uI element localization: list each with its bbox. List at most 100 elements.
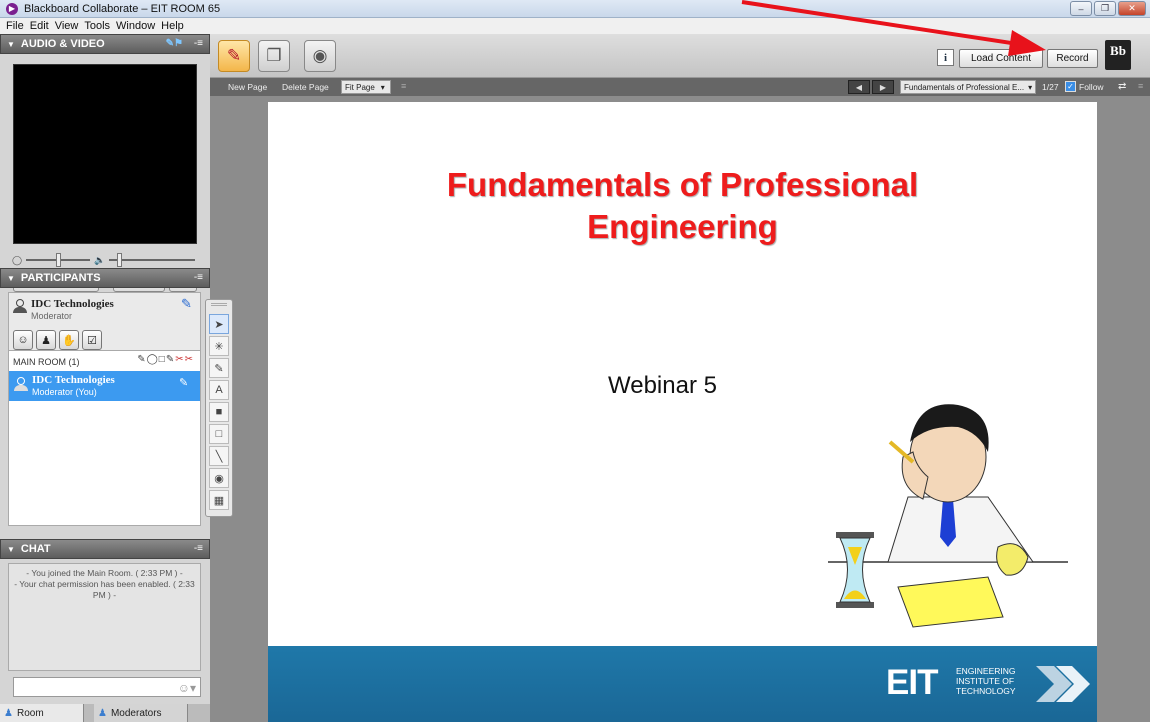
document-select[interactable]: Fundamentals of Professional E... ▾ (900, 80, 1036, 94)
step-away-icon[interactable]: ♟ (36, 330, 56, 350)
pointer-icon[interactable]: ✳ (209, 336, 229, 356)
previous-page-button[interactable]: ◀ (848, 80, 870, 94)
main-toolbar: ✎ ❐ ◉ i Load Content Record Bb (210, 34, 1150, 78)
moderators-tab-icon: ♟ (98, 707, 107, 719)
next-page-button[interactable]: ▶ (872, 80, 894, 94)
record-button[interactable]: Record (1047, 49, 1098, 68)
fit-page-select[interactable]: Fit Page ▾ (341, 80, 391, 94)
blackboard-logo: Bb (1105, 40, 1131, 70)
participant-list: MAIN ROOM (1) ✎◯□✎✂✂ IDC Technologies Mo… (8, 350, 201, 526)
bottom-tabs: ♟ Room ♟ Moderators (0, 704, 210, 722)
poll-check-icon[interactable]: ☑ (82, 330, 102, 350)
new-page-link[interactable]: New Page (228, 82, 267, 92)
application-sharing-icon[interactable]: ❐ (258, 40, 290, 72)
eit-name: ENGINEERING INSTITUTE OF TECHNOLOGY (956, 666, 1016, 696)
chevron-down-icon: ▾ (380, 82, 385, 92)
volume-sliders: ◯ 🔈 (12, 252, 198, 268)
chat-header[interactable]: ▼ CHAT -≡ (0, 539, 210, 559)
menu-edit[interactable]: Edit (27, 20, 52, 32)
chat-message: - You joined the Main Room. ( 2:33 PM ) … (26, 568, 183, 578)
eit-chevrons-icon (1036, 666, 1090, 702)
minimize-button[interactable]: – (1070, 1, 1092, 16)
close-button[interactable]: ✕ (1118, 1, 1146, 16)
user-icon (14, 377, 28, 391)
presentation-slide[interactable]: Fundamentals of Professional Engineering… (268, 102, 1097, 722)
stressed-man-illustration (828, 404, 1068, 628)
whiteboard-stage: Fundamentals of Professional Engineering… (210, 96, 1150, 722)
mic-volume-slider[interactable] (26, 253, 91, 267)
panel-menu-icon[interactable]: -≡ (194, 272, 203, 283)
palette-grip-icon[interactable] (211, 303, 227, 306)
menu-file[interactable]: File (3, 20, 27, 32)
mic-volume-knob[interactable] (56, 253, 62, 267)
select-arrow-icon[interactable]: ➤ (209, 314, 229, 334)
menu-view[interactable]: View (52, 20, 82, 32)
participant-role: Moderator (You) (32, 387, 97, 397)
slide-footer-banner: EIT ENGINEERING INSTITUTE OF TECHNOLOGY (268, 646, 1097, 722)
user-icon (13, 299, 27, 313)
whiteboard-mode-icon[interactable]: ✎ (218, 40, 250, 72)
tab-moderators[interactable]: ♟ Moderators (94, 704, 188, 722)
menu-tools[interactable]: Tools (81, 20, 113, 32)
info-button[interactable]: i (937, 49, 954, 66)
screenshot-camera-icon[interactable]: ◉ (209, 468, 229, 488)
load-content-button[interactable]: Load Content (959, 49, 1043, 68)
filled-rectangle-icon[interactable]: ■ (209, 402, 229, 422)
text-icon[interactable]: A (209, 380, 229, 400)
menu-bar: File Edit View Tools Window Help (0, 18, 1150, 34)
pencil-icon[interactable]: ✎ (181, 296, 192, 312)
line-icon[interactable]: ╲ (209, 446, 229, 466)
panel-menu-icon[interactable]: -≡ (194, 38, 203, 49)
rectangle-icon[interactable]: □ (209, 424, 229, 444)
self-name: IDC Technologies (31, 298, 114, 310)
room-tab-icon: ♟ (4, 707, 13, 719)
chevron-down-icon: ▾ (1028, 82, 1033, 92)
participant-name: IDC Technologies (32, 374, 115, 386)
speaker-volume-slider[interactable] (109, 253, 196, 267)
menu-help[interactable]: Help (158, 20, 187, 32)
eit-name-line2: INSTITUTE OF (956, 676, 1015, 686)
list-icon[interactable]: ≡ (401, 81, 406, 91)
participant-row[interactable]: IDC Technologies Moderator (You) ✎ (9, 371, 200, 401)
slide-title-line1: Fundamentals of Professional (446, 166, 919, 203)
moderators-tab-label: Moderators (110, 707, 162, 719)
emoticon-icon[interactable]: ☺▾ (178, 681, 196, 695)
delete-page-link[interactable]: Delete Page (282, 82, 329, 92)
slide-title: Fundamentals of Professional Engineering (268, 164, 1097, 248)
follow-checkbox[interactable]: ✓ (1065, 81, 1076, 92)
window-titlebar: ▶ Blackboard Collaborate – EIT ROOM 65 –… (0, 0, 1150, 18)
web-tour-icon[interactable]: ◉ (304, 40, 336, 72)
emoticon-icon[interactable]: ☺ (13, 330, 33, 350)
tab-room[interactable]: ♟ Room (0, 704, 84, 722)
permission-icons[interactable]: ✎◯□✎✂✂ (137, 354, 194, 365)
swap-arrows-icon[interactable]: ⇄ (1118, 81, 1126, 92)
app-logo-icon: ▶ (6, 2, 18, 15)
mic-settings-icon[interactable]: ✎⚑ (166, 38, 183, 49)
pen-icon[interactable]: ✎ (209, 358, 229, 378)
fit-page-value: Fit Page (345, 82, 375, 92)
pencil-icon: ✎ (179, 377, 189, 389)
left-sidebar: ▼ AUDIO & VIDEO ✎⚑ -≡ ◯ 🔈 Talk Video ⚲ ▼… (0, 34, 210, 722)
audio-video-header[interactable]: ▼ AUDIO & VIDEO ✎⚑ -≡ (0, 34, 210, 54)
room-label: MAIN ROOM (1) (13, 357, 80, 367)
menu-window[interactable]: Window (113, 20, 158, 32)
collapse-triangle-icon: ▼ (7, 273, 15, 283)
speaker-volume-knob[interactable] (117, 253, 123, 267)
slide-title-line2: Engineering (587, 208, 778, 245)
panel-menu-icon[interactable]: -≡ (194, 543, 203, 554)
chat-input[interactable]: ☺▾ (13, 677, 201, 697)
room-tab-label: Room (16, 707, 44, 719)
window-controls: – ❐ ✕ (1070, 1, 1146, 16)
collapse-triangle-icon: ▼ (7, 39, 15, 49)
list-icon[interactable]: ≡ (1138, 81, 1143, 91)
window-title: Blackboard Collaborate – EIT ROOM 65 (24, 2, 221, 15)
image-icon[interactable]: ▦ (209, 490, 229, 510)
maximize-button[interactable]: ❐ (1094, 1, 1116, 16)
whiteboard-subbar: New Page Delete Page Fit Page ▾ ≡ ◀ ▶ Fu… (210, 78, 1150, 96)
participants-header[interactable]: ▼ PARTICIPANTS -≡ (0, 268, 210, 288)
chat-title: CHAT (20, 543, 51, 555)
eit-logo: EIT (886, 663, 938, 702)
document-name: Fundamentals of Professional E... (904, 82, 1025, 92)
audio-video-title: AUDIO & VIDEO (20, 38, 105, 50)
raise-hand-icon[interactable]: ✋ (59, 330, 79, 350)
